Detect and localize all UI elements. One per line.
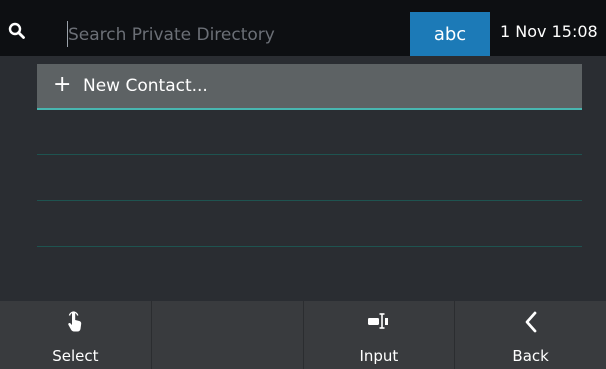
chevron-left-icon	[524, 311, 538, 337]
softkey-label: Select	[52, 347, 99, 365]
softkey-back[interactable]: Back	[455, 301, 606, 369]
list-divider	[37, 154, 582, 155]
tap-hand-icon	[67, 311, 83, 337]
text-cursor-icon	[367, 311, 391, 335]
directory-list: + New Contact...	[37, 64, 582, 247]
list-divider	[37, 246, 582, 247]
search-input[interactable]	[68, 22, 398, 48]
search-icon	[8, 22, 26, 40]
softkey-select[interactable]: Select	[0, 301, 152, 369]
list-divider	[37, 200, 582, 201]
softkey-label: Back	[512, 347, 549, 365]
input-mode-badge[interactable]: abc	[410, 12, 490, 56]
new-contact-item[interactable]: + New Contact...	[37, 64, 582, 110]
new-contact-label: New Contact...	[83, 76, 208, 96]
softkey-label: Input	[359, 347, 399, 365]
datetime: 1 Nov 15:08	[500, 22, 598, 41]
top-bar: abc 1 Nov 15:08	[0, 0, 606, 56]
softkey-empty	[152, 301, 304, 369]
plus-icon: +	[53, 72, 72, 97]
softkey-bar: Select Input Back	[0, 301, 606, 369]
softkey-input[interactable]: Input	[304, 301, 456, 369]
